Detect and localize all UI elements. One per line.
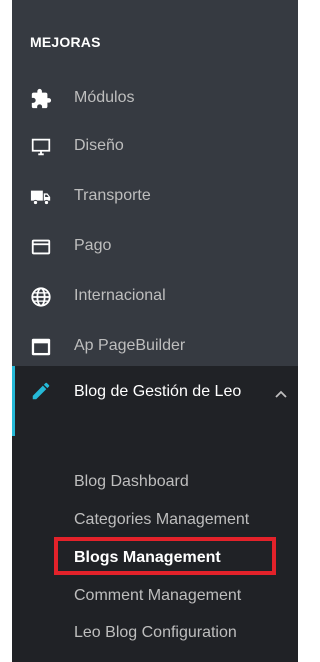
submenu-blogs-management[interactable]: Blogs Management [74,549,221,567]
window-icon [30,336,52,358]
menu-label-internacional: Internacional [74,287,166,304]
globe-icon [30,286,52,308]
menu-item-modulos[interactable]: Módulos [12,74,298,122]
menu-item-diseno[interactable]: Diseño [12,122,298,170]
submenu-leo-blog-configuration[interactable]: Leo Blog Configuration [74,624,237,642]
menu-label-diseno: Diseño [74,137,124,154]
menu-item-transporte[interactable]: Transporte [12,172,298,220]
menu-label-modulos: Módulos [74,89,135,106]
menu-label-pago: Pago [74,237,112,254]
menu-item-ap-pagebuilder[interactable]: Ap PageBuilder [12,322,298,370]
puzzle-icon [30,88,52,110]
menu-label-transporte: Transporte [74,187,151,204]
section-title: MEJORAS [30,34,101,50]
monitor-icon [30,136,52,158]
truck-icon [30,186,52,208]
menu-item-internacional[interactable]: Internacional [12,272,298,320]
sidebar: MEJORAS Módulos Diseño Transporte Pago I… [12,0,298,662]
submenu-categories-management[interactable]: Categories Management [74,511,249,529]
pencil-icon [30,380,52,402]
menu-label-blog-gestion-leo: Blog de Gestión de Leo [74,383,242,400]
menu-label-ap-pagebuilder: Ap PageBuilder [74,337,186,354]
submenu-comment-management[interactable]: Comment Management [74,587,241,605]
chevron-up-icon[interactable] [274,386,288,398]
credit-card-icon [30,236,52,258]
submenu-blog-dashboard[interactable]: Blog Dashboard [74,473,189,491]
menu-item-blog-gestion-leo[interactable]: Blog de Gestión de Leo [12,366,298,436]
menu-item-pago[interactable]: Pago [12,222,298,270]
